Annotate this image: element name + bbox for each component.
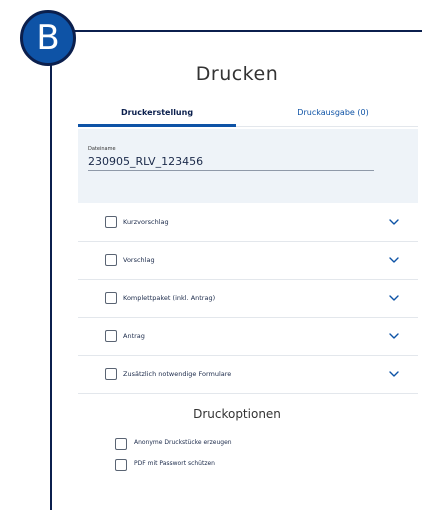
checkbox-kurzvorschlag[interactable] <box>105 216 117 228</box>
step-badge: B <box>20 10 76 66</box>
section-antrag[interactable]: Antrag <box>78 317 418 356</box>
step-badge-letter: B <box>36 18 60 58</box>
section-zusaetzliche-formulare[interactable]: Zusätzlich notwendige Formulare <box>78 355 418 394</box>
checkbox-vorschlag[interactable] <box>105 254 117 266</box>
section-komplettpaket[interactable]: Komplettpaket (inkl. Antrag) <box>78 279 418 318</box>
section-kurzvorschlag[interactable]: Kurzvorschlag <box>78 203 418 242</box>
section-label: Komplettpaket (inkl. Antrag) <box>123 294 216 302</box>
active-tab-indicator <box>78 124 236 127</box>
filename-field[interactable] <box>88 152 374 171</box>
chevron-down-icon[interactable] <box>388 330 400 342</box>
print-options-title: Druckoptionen <box>193 407 281 421</box>
frame-top-line <box>50 30 422 32</box>
checkbox-pdf-passwort[interactable] <box>115 459 127 471</box>
section-label: Kurzvorschlag <box>123 218 169 226</box>
option-label: PDF mit Passwort schützen <box>134 460 215 467</box>
section-label: Zusätzlich notwendige Formulare <box>123 370 232 378</box>
frame-left-line <box>50 30 52 510</box>
section-vorschlag[interactable]: Vorschlag <box>78 241 418 280</box>
tab-druckausgabe[interactable]: Druckausgabe (0) <box>248 108 418 128</box>
checkbox-zusaetzliche-formulare[interactable] <box>105 368 117 380</box>
chevron-down-icon[interactable] <box>388 368 400 380</box>
chevron-down-icon[interactable] <box>388 216 400 228</box>
checkbox-antrag[interactable] <box>105 330 117 342</box>
section-label: Vorschlag <box>123 256 155 264</box>
checkbox-anonyme-druckstuecke[interactable] <box>115 438 127 450</box>
chevron-down-icon[interactable] <box>388 292 400 304</box>
checkbox-komplettpaket[interactable] <box>105 292 117 304</box>
section-label: Antrag <box>123 332 145 340</box>
page-title: Drucken <box>195 63 279 85</box>
chevron-down-icon[interactable] <box>388 254 400 266</box>
option-label: Anonyme Druckstücke erzeugen <box>134 439 232 446</box>
